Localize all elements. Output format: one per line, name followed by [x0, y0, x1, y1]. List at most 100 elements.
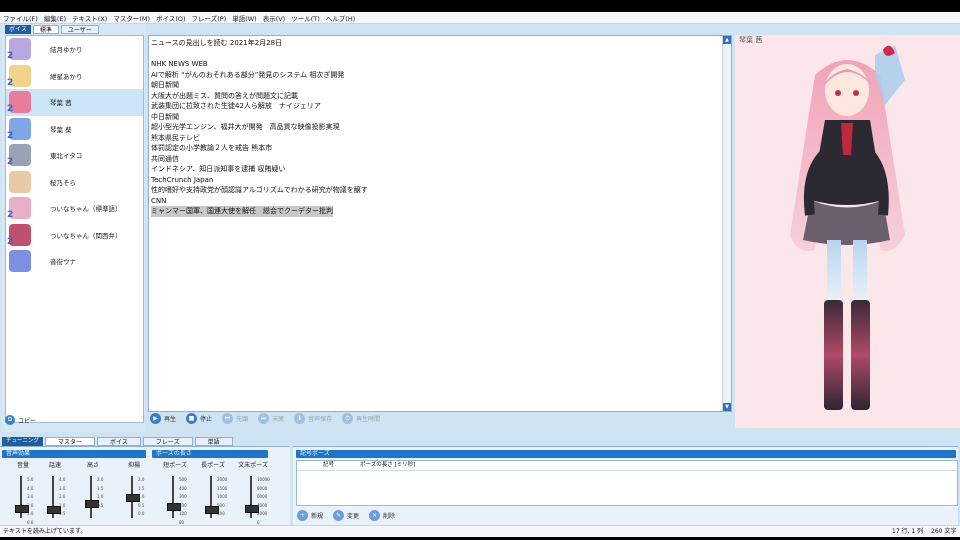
editor-line-text: 熊本県民テレビ	[151, 133, 200, 142]
playback-button[interactable]: ▶ 再生	[150, 413, 176, 424]
tab-user[interactable]: ユーザー	[60, 25, 99, 34]
copy-icon: ⧉	[5, 415, 15, 425]
delete-label: 削除	[383, 513, 396, 520]
tick-label: 1.5	[138, 485, 145, 491]
menu-help[interactable]: ヘルプ(H)	[326, 13, 355, 23]
delete-button[interactable]: ✕ 削除	[369, 510, 395, 521]
voice-item[interactable]: 2 結月ゆかり	[6, 36, 143, 63]
voice-item[interactable]: 2 紲星あかり	[6, 63, 143, 90]
voice-name: 東北イタコ	[50, 152, 83, 161]
editor-line: ニュースの見出しを読む 2021年2月28日	[151, 38, 368, 49]
menu-edit[interactable]: 編集(E)	[44, 13, 66, 23]
editor-line-text: 中日新聞	[151, 112, 179, 121]
playback-button[interactable]: ⏮ 先頭	[222, 413, 248, 424]
playback-button[interactable]: ⬇ 音声保存	[294, 413, 332, 424]
tuning-slider[interactable]: 2.0 1.5 1.0 0.5 0.0	[114, 476, 154, 521]
tab-phrase[interactable]: フレーズ	[142, 437, 193, 446]
save-audio-icon: ⬇	[294, 413, 306, 424]
status-message: テキストを読み上げています。	[3, 528, 87, 535]
tuning-slider[interactable]: 500 400 300 200 100 80	[155, 476, 195, 525]
editor-line: インドネシア、知日派知事を逮捕 収賄疑い	[151, 164, 368, 175]
slider-ticks: 500 400 300 200 100 80	[179, 476, 187, 527]
voice-panel-label: ボイス	[5, 25, 31, 34]
menu-text[interactable]: テキスト(X)	[72, 13, 107, 23]
tab-voice[interactable]: ボイス	[97, 437, 141, 446]
slider-label: 抑揚	[127, 462, 140, 469]
tick-label: 5.0	[27, 477, 34, 482]
tick-label: 2000	[257, 511, 268, 516]
voice-item[interactable]: 2 ついなちゃん（関西弁）	[6, 222, 143, 249]
editor-line-text: NHK NEWS WEB	[151, 60, 208, 68]
tick-label: 10000	[257, 477, 270, 482]
tick-label: 6000	[257, 494, 268, 499]
playback-label: 音声保存	[308, 416, 333, 423]
slider-label: 長ポーズ	[201, 462, 225, 469]
editor-line-text: ミャンマー国軍、国連大使を解任 総会でクーデター批判	[151, 206, 333, 217]
menu-phrase[interactable]: フレーズ(P)	[192, 13, 227, 23]
menu-tools[interactable]: ツール(T)	[291, 13, 320, 23]
copy-button[interactable]: ⧉ コピー	[5, 415, 36, 425]
playback-button[interactable]: ⏭ 末尾	[258, 413, 284, 424]
playback-button[interactable]: ■ 停止	[186, 413, 212, 424]
voice-avatar	[9, 170, 31, 193]
menu-word[interactable]: 単語(W)	[232, 13, 257, 23]
tick-label: 2.0	[97, 477, 104, 482]
character-illustration	[790, 45, 905, 410]
editor-scrollbar[interactable]: ▲ ▼	[722, 36, 731, 411]
voice-item[interactable]: 桜乃そら	[6, 169, 143, 196]
voice-item[interactable]: 2 ついなちゃん（標準語）	[6, 195, 143, 222]
editor-line: 超小型光学エンジン、福井大が開発 高品質な映像投影実現	[151, 122, 368, 133]
voice-name: 桜乃そら	[50, 178, 76, 187]
tick-label: 4000	[257, 502, 268, 508]
tuning-slider[interactable]: 4.0 3.0 2.0 1.0 0.5	[35, 476, 75, 521]
voice-avatar: 2	[7, 117, 31, 141]
tuning-slider[interactable]: 2.0 1.5 1.0 0.5	[73, 476, 113, 521]
menu-master[interactable]: マスター(M)	[113, 13, 150, 23]
menu-file[interactable]: ファイル(F)	[3, 13, 38, 23]
tick-label: 1.0	[138, 494, 145, 499]
scroll-down-icon[interactable]: ▼	[723, 403, 731, 411]
voice-avatar: 2	[7, 64, 31, 88]
tab-master[interactable]: マスター	[45, 437, 96, 446]
editor-line-text: インドネシア、知日派知事を逮捕 収賄疑い	[151, 165, 286, 173]
symbol-pause-header: 記号ポーズ	[296, 450, 956, 458]
tab-word[interactable]: 単語	[194, 437, 233, 446]
tab-standard[interactable]: 標準	[32, 25, 59, 34]
editor-line: 共同通信	[151, 154, 368, 165]
menu-bar: ファイル(F) 編集(E) テキスト(X) マスター(M) ボイス(O) フレー…	[0, 12, 960, 24]
version-badge: 2	[7, 236, 14, 247]
voice-item[interactable]: 2 琴葉 茜	[6, 89, 143, 116]
playback-label: 末尾	[272, 416, 285, 423]
menu-view[interactable]: 表示(V)	[263, 13, 286, 23]
tick-label: 2000	[217, 477, 228, 482]
voice-tabs: ボイス 標準 ユーザー	[5, 25, 99, 34]
editor-line: 武装集団に拉致された生徒42人ら解放 ナイジェリア	[151, 101, 368, 112]
voice-item[interactable]: 音街ウナ	[6, 248, 143, 275]
editor-lines: ニュースの見出しを読む 2021年2月28日 NHK NEWS WEB AIで解析 …	[151, 38, 368, 217]
app-window: ファイル(F) 編集(E) テキスト(X) マスター(M) ボイス(O) フレー…	[0, 12, 960, 537]
voice-name: ついなちゃん（関西弁）	[50, 231, 122, 240]
version-badge: 2	[7, 157, 14, 168]
tick-label: 200	[179, 502, 187, 508]
character-name: 琴葉 茜	[739, 36, 763, 44]
scroll-up-icon[interactable]: ▲	[723, 36, 731, 44]
tuning-slider[interactable]: 10000 8000 6000 4000 2000 0	[233, 476, 273, 525]
delete-icon: ✕	[369, 510, 381, 521]
edit-button[interactable]: ✎ 変更	[333, 510, 359, 521]
tuning-slider[interactable]: 2000 1500 1000 500 100	[193, 476, 233, 521]
edit-icon: ✎	[333, 510, 345, 521]
text-editor[interactable]: ニュースの見出しを読む 2021年2月28日 NHK NEWS WEB AIで解析 …	[148, 35, 732, 412]
editor-line: 朝日新聞	[151, 80, 368, 91]
slider-ticks: 4.0 3.0 2.0 1.0 0.5	[59, 476, 65, 519]
voice-item[interactable]: 2 東北イタコ	[6, 142, 143, 169]
tick-label: 0.5	[59, 511, 66, 516]
menu-voice[interactable]: ボイス(O)	[156, 13, 186, 23]
edit-label: 変更	[347, 513, 360, 520]
voice-item[interactable]: 2 琴葉 葵	[6, 116, 143, 143]
editor-line-text: CNN	[151, 196, 167, 205]
editor-line: 大阪大が出題ミス、質問の答えが問題文に記載	[151, 91, 368, 102]
tick-label: 500	[179, 477, 187, 482]
playback-button[interactable]: ⏱ 再生時間	[342, 413, 380, 424]
new-button[interactable]: + 新規	[297, 510, 323, 521]
symbol-pause-table[interactable]: 記号 ポーズの長さ [ミリ秒]	[296, 460, 958, 506]
